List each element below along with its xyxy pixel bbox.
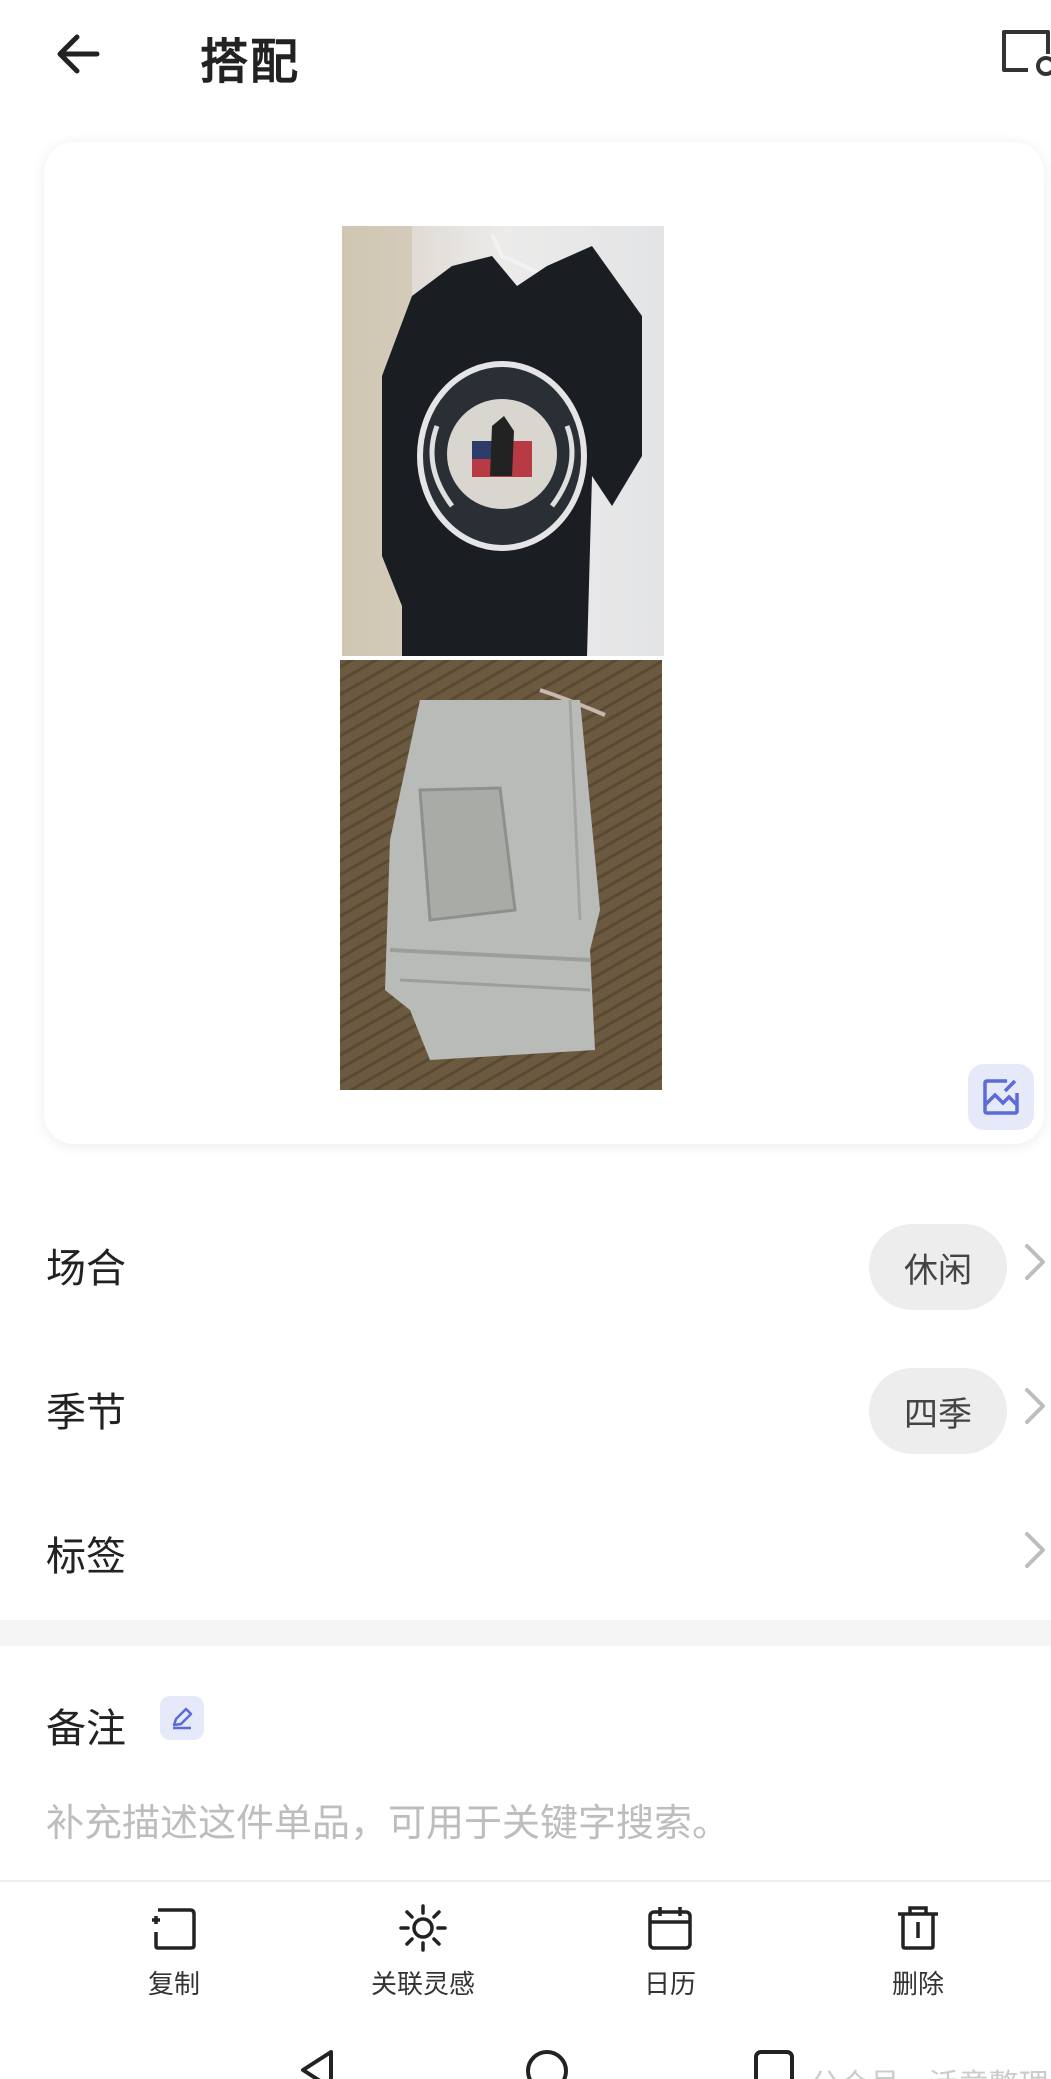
screen-settings-icon <box>1002 30 1051 76</box>
arrow-left-icon <box>57 34 100 74</box>
note-label: 备注 <box>46 1706 126 1752</box>
occasion-chip[interactable]: 休闲 <box>869 1224 1007 1310</box>
outfit-detail-page: 搭配 场合 休闲 季节 四季 标签 备注 补充描述这件单品，可用于关键字搜索。 … <box>0 0 1051 2079</box>
watermark-text: 公众号 · 活意整理 <box>810 2060 1049 2079</box>
nav-recents-icon[interactable] <box>752 2048 796 2079</box>
occasion-row[interactable]: 场合 休闲 <box>0 1192 1051 1332</box>
delete-button[interactable]: 删除 <box>818 1902 1018 2012</box>
chevron-right-icon <box>1025 1388 1045 1424</box>
season-label: 季节 <box>46 1390 126 1436</box>
nav-back-icon[interactable] <box>295 2048 339 2079</box>
header: 搭配 <box>0 0 1051 110</box>
note-edit-button[interactable] <box>160 1696 204 1740</box>
image-edit-icon <box>983 1079 1019 1115</box>
calendar-icon <box>648 1907 692 1950</box>
delete-label: 删除 <box>891 1970 944 2000</box>
chevron-right-icon <box>1025 1244 1045 1280</box>
shirt-photo[interactable] <box>342 226 664 656</box>
bottom-toolbar: 复制 关联灵感 日历 删除 <box>0 1880 1051 2010</box>
pencil-icon <box>172 1707 193 1730</box>
season-row[interactable]: 季节 四季 <box>0 1336 1051 1476</box>
season-chip[interactable]: 四季 <box>869 1368 1007 1454</box>
page-title: 搭配 <box>200 34 301 90</box>
copy-button[interactable]: 复制 <box>74 1902 274 2012</box>
tags-row[interactable]: 标签 <box>0 1480 1051 1620</box>
trash-icon <box>898 1906 938 1950</box>
pants-photo[interactable] <box>340 660 662 1090</box>
nav-home-icon[interactable] <box>524 2048 570 2079</box>
occasion-label: 场合 <box>46 1246 126 1292</box>
note-input[interactable]: 补充描述这件单品，可用于关键字搜索。 <box>46 1792 730 1847</box>
screen-settings-button[interactable] <box>1000 24 1051 84</box>
back-button[interactable] <box>48 24 108 84</box>
related-inspiration-button[interactable]: 关联灵感 <box>323 1902 523 2012</box>
tags-label: 标签 <box>46 1534 126 1580</box>
copy-label: 复制 <box>147 1970 200 2000</box>
outfit-image-card <box>44 142 1044 1144</box>
related-inspiration-label: 关联灵感 <box>370 1970 475 2000</box>
copy-icon <box>152 1908 196 1950</box>
edit-image-button[interactable] <box>968 1064 1034 1130</box>
sun-icon <box>399 1904 447 1952</box>
chevron-right-icon <box>1025 1532 1045 1568</box>
section-divider <box>0 1620 1051 1646</box>
calendar-button[interactable]: 日历 <box>570 1902 770 2012</box>
calendar-label: 日历 <box>643 1970 696 2000</box>
